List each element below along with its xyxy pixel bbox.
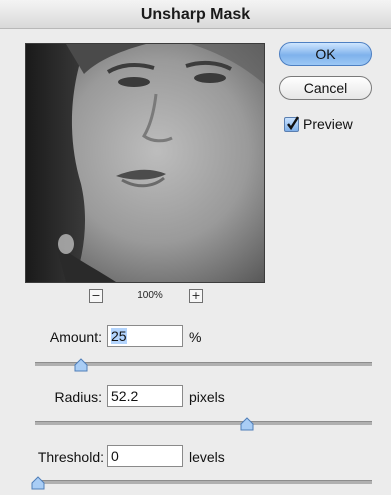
threshold-field[interactable]: 0 [107,445,183,467]
zoom-in-button[interactable]: + [189,289,203,303]
amount-slider-track[interactable] [35,358,372,372]
dialog-title: Unsharp Mask [140,6,251,23]
threshold-slider-track[interactable] [31,476,372,490]
amount-field[interactable]: 25 [107,325,183,347]
preview-image[interactable] [25,43,265,283]
amount-label: Amount: [49,329,102,345]
cancel-button[interactable]: Cancel [279,76,372,100]
radius-field[interactable]: 52.2 [107,385,183,407]
ok-button[interactable]: OK [279,42,372,66]
radius-value: 52.2 [111,388,139,404]
face-preview-picture [26,44,264,282]
radius-slider-track[interactable] [35,417,372,431]
slider-thumb-icon [31,476,45,490]
preview-checkbox[interactable] [284,116,299,132]
title-bar[interactable]: Unsharp Mask [0,0,391,29]
zoom-out-button[interactable]: − [89,289,103,303]
checkmark-icon [287,116,299,131]
threshold-value: 0 [111,448,119,464]
threshold-unit: levels [189,449,225,465]
amount-value: 25 [111,328,127,344]
zoom-controls: − 100% + [25,289,263,305]
slider-thumb-icon [240,417,254,431]
radius-label: Radius: [54,389,102,405]
radius-unit: pixels [189,389,225,405]
zoom-level-text: 100% [137,290,163,301]
threshold-label: Threshold: [37,449,104,465]
amount-unit: % [189,329,202,345]
unsharp-mask-dialog: Unsharp Mask − 100% + OK Cancel Preview … [0,0,391,495]
slider-thumb-icon [74,358,88,372]
preview-label: Preview [303,116,353,132]
